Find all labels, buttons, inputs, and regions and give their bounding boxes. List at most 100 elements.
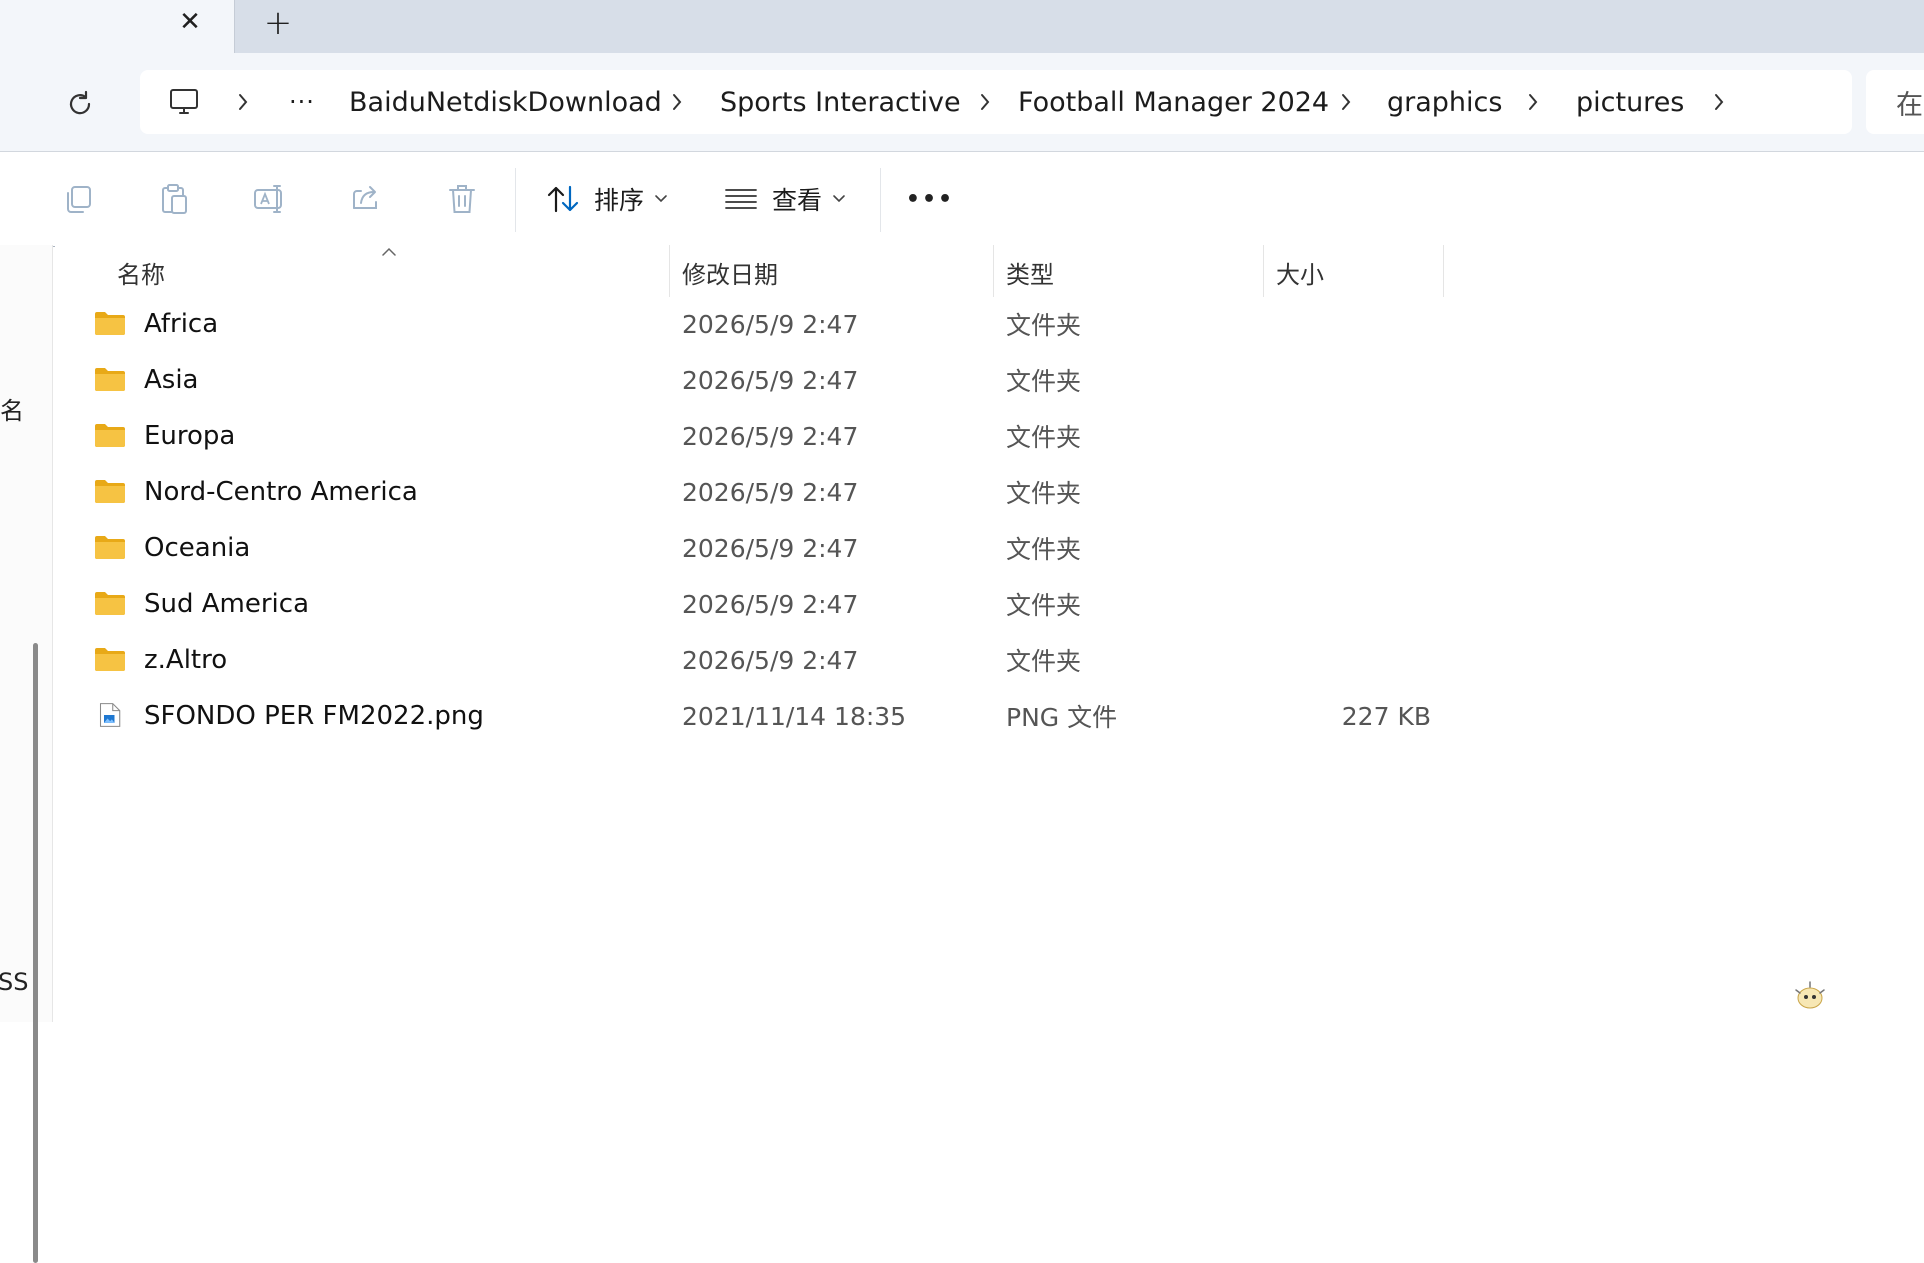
file-modified: 2026/5/9 2:47 [682, 645, 859, 675]
refresh-icon [69, 90, 91, 115]
list-item[interactable]: Sud America 2026/5/9 2:47 文件夹 [65, 576, 1465, 632]
more-options-button[interactable]: ••• [904, 174, 956, 224]
file-name: SFONDO PER FM2022.png [144, 701, 484, 731]
view-list-icon [725, 189, 757, 209]
search-placeholder-text: 在 [1896, 89, 1923, 121]
breadcrumb-chevron[interactable] [228, 70, 258, 134]
folder-icon [95, 368, 125, 391]
file-name: Sud America [144, 589, 310, 619]
file-type: 文件夹 [1006, 423, 1082, 452]
file-type: 文件夹 [1006, 647, 1082, 676]
refresh-button[interactable] [60, 84, 100, 124]
sort-label: 排序 [594, 186, 645, 215]
column-divider[interactable] [993, 245, 994, 297]
share-button[interactable] [340, 174, 392, 224]
list-item[interactable]: Africa 2026/5/9 2:47 文件夹 [65, 296, 1465, 352]
close-tab-button[interactable]: ✕ [176, 6, 204, 38]
navigation-scrollbar[interactable] [33, 643, 38, 1263]
folder-icon [95, 592, 125, 615]
chevron-down-icon [833, 195, 845, 203]
list-item[interactable]: SFONDO PER FM2022.png 2021/11/14 18:35 P… [65, 688, 1465, 744]
column-header-modified[interactable]: 修改日期 [682, 245, 778, 300]
rename-icon [254, 185, 282, 213]
nav-item-fragment[interactable]: SS [0, 968, 28, 996]
breadcrumb-item-sports-interactive[interactable]: Sports Interactive [720, 70, 961, 134]
address-bar-area: ··· BaiduNetdiskDownload Sports Interact… [0, 53, 1924, 151]
file-size [1231, 576, 1431, 632]
list-item[interactable]: Asia 2026/5/9 2:47 文件夹 [65, 352, 1465, 408]
tab-strip: ✕ + [0, 0, 1924, 53]
file-name: Asia [144, 365, 199, 395]
sort-ascending-icon [382, 247, 396, 256]
sort-dropdown[interactable]: 排序 [546, 172, 668, 226]
file-modified: 2026/5/9 2:47 [682, 365, 859, 395]
file-type: PNG 文件 [1006, 703, 1118, 732]
breadcrumb-chevron[interactable] [662, 70, 692, 134]
file-size [1231, 632, 1431, 688]
list-item[interactable]: Oceania 2026/5/9 2:47 文件夹 [65, 520, 1465, 576]
active-tab[interactable]: ✕ [0, 0, 235, 53]
delete-button[interactable] [436, 174, 488, 224]
breadcrumb-chevron[interactable] [970, 70, 1000, 134]
list-item[interactable]: Europa 2026/5/9 2:47 文件夹 [65, 408, 1465, 464]
navigation-pane[interactable]: 名 SS [0, 245, 53, 1263]
file-modified: 2026/5/9 2:47 [682, 421, 859, 451]
column-header-name[interactable]: 名称 [117, 245, 165, 300]
breadcrumb-item-pictures[interactable]: pictures [1576, 70, 1684, 134]
chevron-right-icon [981, 94, 990, 110]
file-modified: 2026/5/9 2:47 [682, 309, 859, 339]
new-tab-button[interactable]: + [262, 3, 294, 43]
copy-icon [67, 186, 91, 213]
file-modified: 2026/5/9 2:47 [682, 533, 859, 563]
paste-button[interactable] [148, 174, 200, 224]
column-divider[interactable] [1263, 245, 1264, 297]
floating-assistant-icon[interactable] [1790, 978, 1830, 1014]
this-pc-button[interactable] [166, 70, 202, 134]
view-dropdown[interactable]: 查看 [724, 172, 846, 226]
file-type: 文件夹 [1006, 535, 1082, 564]
file-modified: 2026/5/9 2:47 [682, 589, 859, 619]
breadcrumb-item-football-manager-2024[interactable]: Football Manager 2024 [1018, 70, 1329, 134]
file-list: 名称 修改日期 类型 大小 Africa 2026/5/9 2:47 文件夹 A… [55, 245, 1924, 1022]
file-modified: 2026/5/9 2:47 [682, 477, 859, 507]
breadcrumb-item-graphics[interactable]: graphics [1387, 70, 1502, 134]
breadcrumb[interactable]: ··· BaiduNetdiskDownload Sports Interact… [140, 70, 1852, 134]
file-size [1231, 520, 1431, 576]
file-name: Nord-Centro America [144, 477, 418, 507]
column-divider[interactable] [1443, 245, 1444, 297]
breadcrumb-chevron[interactable] [1331, 70, 1361, 134]
breadcrumb-overflow[interactable]: ··· [282, 70, 322, 134]
breadcrumb-chevron[interactable] [1704, 70, 1734, 134]
file-name: Oceania [144, 533, 251, 563]
file-type: 文件夹 [1006, 591, 1082, 620]
file-type: 文件夹 [1006, 367, 1082, 396]
column-divider[interactable] [669, 245, 670, 297]
toolbar-divider [880, 168, 881, 232]
chevron-right-icon [239, 94, 248, 110]
search-input[interactable]: 在 [1866, 70, 1924, 134]
command-bar: 排序 查看 ••• [0, 151, 1924, 247]
copy-button[interactable] [52, 174, 104, 224]
list-item[interactable]: z.Altro 2026/5/9 2:47 文件夹 [65, 632, 1465, 688]
rename-button[interactable] [244, 174, 296, 224]
file-modified: 2021/11/14 18:35 [682, 701, 907, 731]
chevron-right-icon [673, 94, 682, 110]
monitor-icon [170, 89, 198, 114]
breadcrumb-item-baidunetdiskdownload[interactable]: BaiduNetdiskDownload [349, 70, 662, 134]
folder-icon [95, 648, 125, 671]
column-header-type[interactable]: 类型 [1006, 245, 1054, 300]
chevron-right-icon [1529, 94, 1538, 110]
column-header-size[interactable]: 大小 [1276, 245, 1324, 300]
file-size [1231, 464, 1431, 520]
breadcrumb-chevron[interactable] [1518, 70, 1548, 134]
share-icon [353, 186, 377, 209]
file-type: 文件夹 [1006, 311, 1082, 340]
chevron-right-icon [1342, 94, 1351, 110]
sort-icon [547, 185, 579, 213]
view-label: 查看 [772, 186, 823, 215]
folder-icon [95, 480, 125, 503]
chevron-right-icon [1715, 94, 1724, 110]
list-item[interactable]: Nord-Centro America 2026/5/9 2:47 文件夹 [65, 464, 1465, 520]
nav-item-fragment[interactable]: 名 [0, 391, 24, 426]
file-name: Europa [144, 421, 236, 451]
